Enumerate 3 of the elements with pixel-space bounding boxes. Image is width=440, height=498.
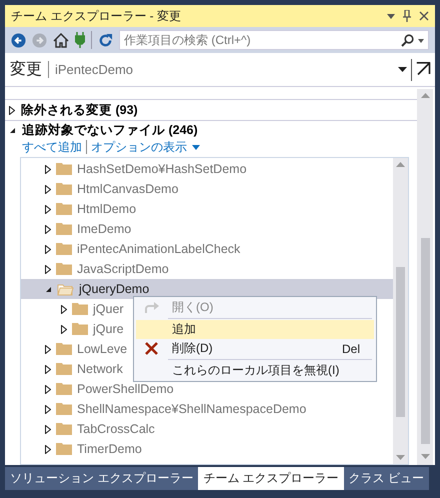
page-title: 変更 — [10, 60, 42, 80]
window-title: チーム エクスプローラー - 変更 — [11, 8, 182, 24]
repository-name: iPentecDemo — [55, 62, 134, 77]
